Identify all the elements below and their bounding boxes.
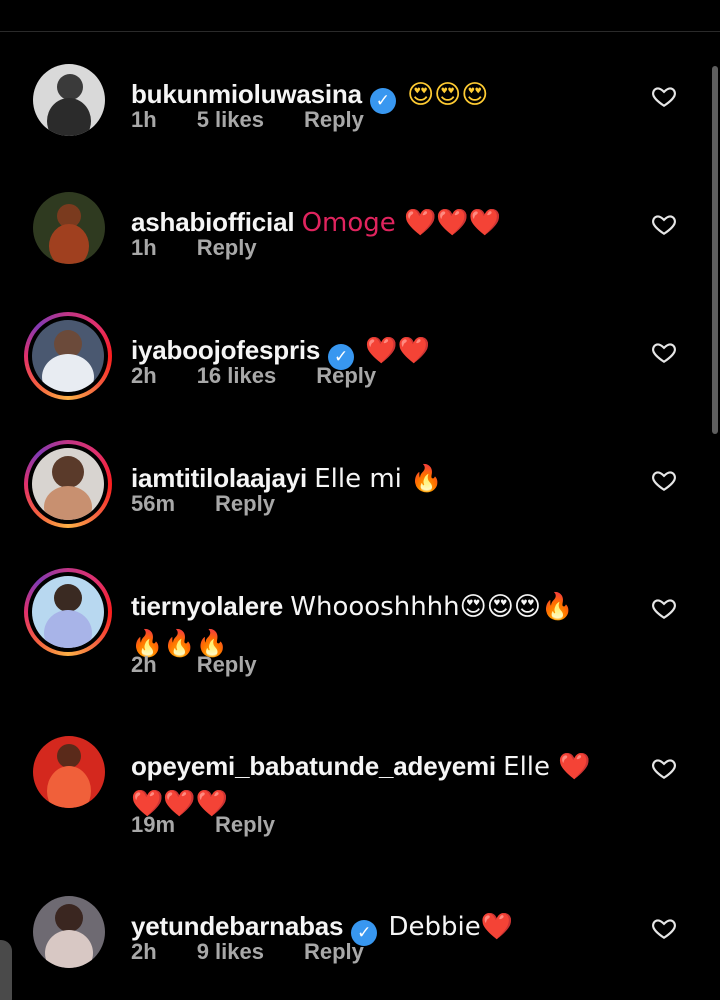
comment-body: Omoge ❤️❤️❤️ bbox=[301, 208, 502, 238]
comment-time: 2h bbox=[131, 939, 157, 964]
heart-outline-icon[interactable] bbox=[651, 755, 677, 781]
heart-outline-icon[interactable] bbox=[651, 339, 677, 365]
heart-outline-icon[interactable] bbox=[651, 211, 677, 237]
comment-username[interactable]: bukunmioluwasina bbox=[131, 79, 362, 109]
comment-meta: 19m Reply bbox=[131, 811, 315, 839]
comment-meta: 2h 16 likes Reply bbox=[131, 362, 416, 390]
comment-body: Elle mi 🔥 bbox=[314, 464, 443, 494]
comment-username[interactable]: ashabiofficial bbox=[131, 207, 295, 237]
comment-username[interactable]: opeyemi_babatunde_adeyemi bbox=[131, 751, 496, 781]
comment-body: 😍😍😍 bbox=[407, 80, 489, 110]
comment-time: 19m bbox=[131, 812, 176, 837]
avatar[interactable] bbox=[33, 64, 105, 136]
comment-username[interactable]: tiernyolalere bbox=[131, 591, 283, 621]
avatar bbox=[32, 320, 104, 392]
comment-meta: 2h 9 likes Reply bbox=[131, 938, 404, 966]
comment-username[interactable]: yetundebarnabas bbox=[131, 911, 343, 941]
avatar-story-ring[interactable] bbox=[24, 440, 112, 528]
comments-screen: bukunmioluwasina ✓ 😍😍😍 1h 5 likes Reply a… bbox=[0, 0, 720, 1000]
comment-time: 2h bbox=[131, 363, 157, 388]
comment-body: Elle ❤️ bbox=[503, 752, 591, 782]
reply-button[interactable]: Reply bbox=[215, 490, 275, 518]
comment-likes-count[interactable]: 16 likes bbox=[197, 362, 277, 390]
comment-body: Whoooshhhh😍😍😍🔥 bbox=[290, 592, 574, 622]
comment-likes-count[interactable]: 5 likes bbox=[197, 106, 264, 134]
scrollbar[interactable] bbox=[712, 66, 718, 434]
comment-meta: 1h 5 likes Reply bbox=[131, 106, 404, 134]
comment-username[interactable]: iamtitilolaajayi bbox=[131, 463, 307, 493]
comment-likes-count[interactable]: 9 likes bbox=[197, 938, 264, 966]
comment-meta: 1h Reply bbox=[131, 234, 297, 262]
reply-button[interactable]: Reply bbox=[304, 938, 364, 966]
avatar[interactable] bbox=[33, 192, 105, 264]
comment-body: Debbie❤️ bbox=[388, 912, 514, 942]
heart-outline-icon[interactable] bbox=[651, 915, 677, 941]
reply-button[interactable]: Reply bbox=[197, 234, 257, 262]
avatar bbox=[32, 576, 104, 648]
comment-time: 56m bbox=[131, 491, 176, 516]
avatar-story-ring[interactable] bbox=[24, 568, 112, 656]
comment-meta: 2h Reply bbox=[131, 651, 297, 679]
top-divider bbox=[0, 31, 720, 32]
avatar-story-ring[interactable] bbox=[24, 312, 112, 400]
reply-button[interactable]: Reply bbox=[197, 651, 257, 679]
reply-button[interactable]: Reply bbox=[304, 106, 364, 134]
comment-time: 1h bbox=[131, 235, 157, 260]
reply-button[interactable]: Reply bbox=[316, 362, 376, 390]
heart-outline-icon[interactable] bbox=[651, 83, 677, 109]
reply-button[interactable]: Reply bbox=[215, 811, 275, 839]
comment-meta: 56m Reply bbox=[131, 490, 315, 518]
comment-username[interactable]: iyaboojofespris bbox=[131, 335, 320, 365]
comment-time: 1h bbox=[131, 107, 157, 132]
heart-outline-icon[interactable] bbox=[651, 595, 677, 621]
avatar[interactable] bbox=[33, 736, 105, 808]
edge-handle[interactable] bbox=[0, 940, 12, 1000]
avatar[interactable] bbox=[33, 896, 105, 968]
avatar bbox=[32, 448, 104, 520]
comment-time: 2h bbox=[131, 652, 157, 677]
heart-outline-icon[interactable] bbox=[651, 467, 677, 493]
